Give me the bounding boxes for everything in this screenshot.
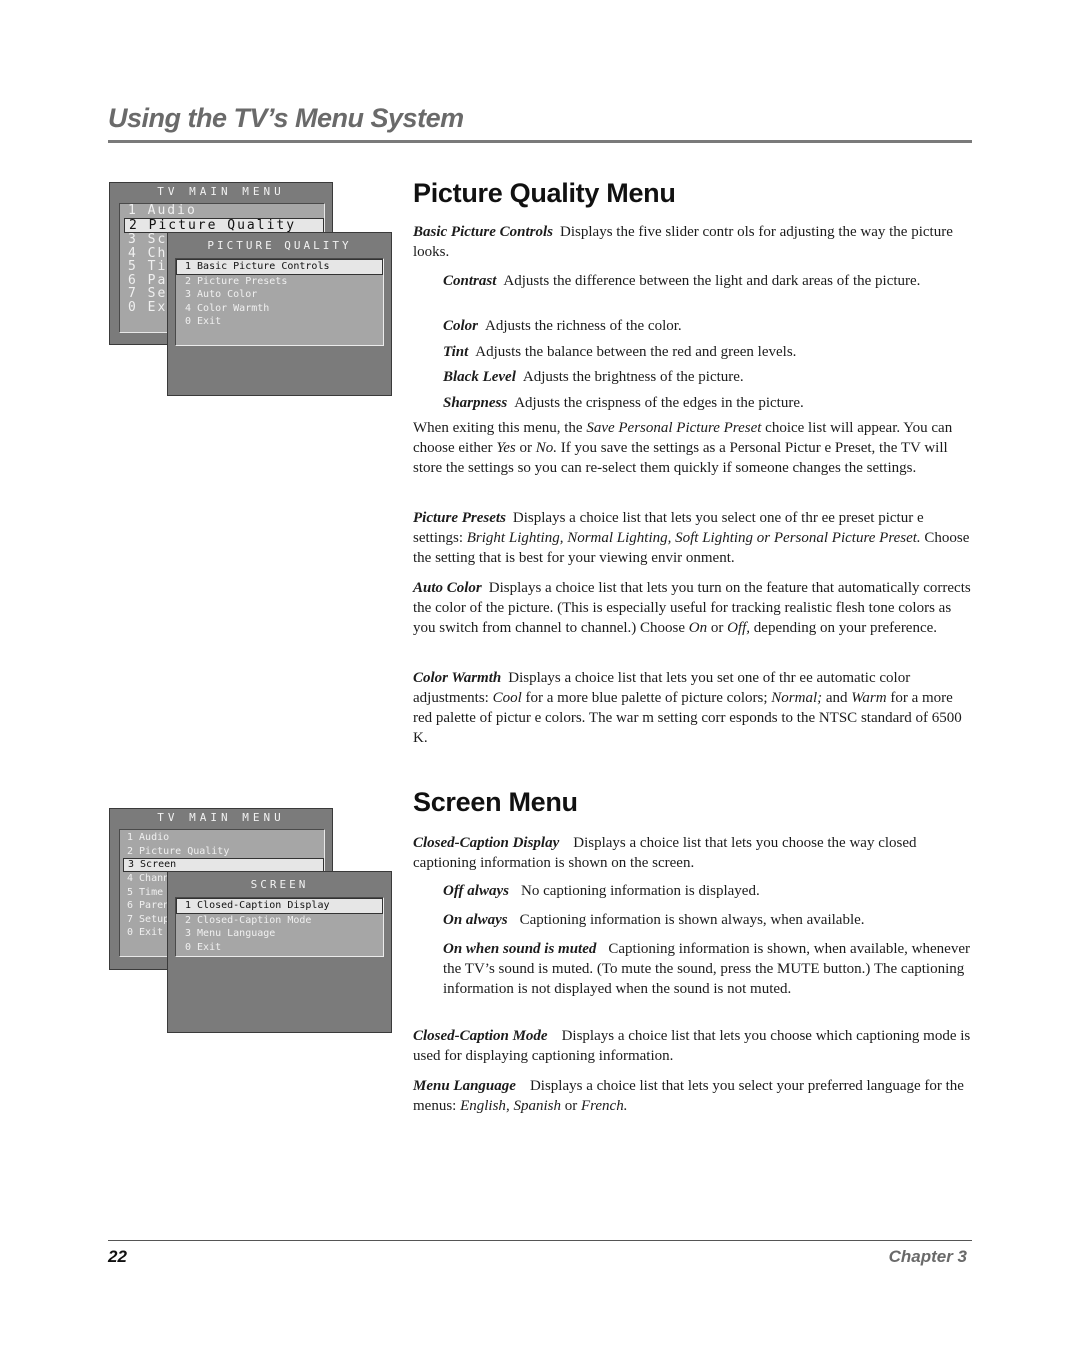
- color-warmth-paragraph: Color Warmth Displays a choice list that …: [413, 668, 973, 748]
- exiting-menu-paragraph: When exiting this menu, the Save Persona…: [413, 418, 973, 478]
- color-warmth-text-3: and: [822, 690, 852, 706]
- picture-quality-submenu-list: 1 Basic Picture Controls 2 Picture Prese…: [175, 258, 384, 346]
- tv-main-menu-title: TV MAIN MENU: [157, 185, 285, 198]
- on-when-muted-paragraph: On when sound is muted Captioning informa…: [443, 939, 973, 999]
- normal-option-label: Normal;: [771, 690, 823, 706]
- screen-submenu-list: 1 Closed-Caption Display 2 Closed-Captio…: [175, 897, 384, 957]
- color-warmth-text-2: for a more blue palette of picture color…: [521, 690, 772, 706]
- auto-color-paragraph: Auto Color Displays a choice list that le…: [413, 578, 973, 638]
- submenu-item-auto-color[interactable]: 3 Auto Color: [176, 288, 383, 302]
- term-on-when-sound-is-muted: On when sound is muted: [443, 941, 597, 957]
- submenu-item-picture-presets[interactable]: 2 Picture Presets: [176, 275, 383, 289]
- submenu-item-closed-caption-mode[interactable]: 2 Closed-Caption Mode: [176, 914, 383, 928]
- term-tint: Tint: [443, 344, 469, 360]
- submenu-item-exit-2[interactable]: 0 Exit: [176, 941, 383, 955]
- exiting-text-3: or: [515, 440, 536, 456]
- sharpness-paragraph: Sharpness Adjusts the crispness of the ed…: [443, 393, 973, 413]
- cool-option-label: Cool: [492, 690, 522, 706]
- term-auto-color: Auto Color: [413, 580, 482, 596]
- term-sharpness: Sharpness: [443, 395, 508, 411]
- screen-menu-heading: Screen Menu: [413, 787, 578, 817]
- term-closed-caption-display: Closed-Caption Display: [413, 835, 560, 851]
- screen-submenu-panel: SCREEN 1 Closed-Caption Display 2 Closed…: [167, 871, 392, 1033]
- term-off-always: Off always: [443, 883, 509, 899]
- off-always-paragraph: Off always No captioning information is d…: [443, 881, 973, 901]
- picture-quality-heading: Picture Quality Menu: [413, 178, 676, 208]
- picture-quality-submenu-panel: PICTURE QUALITY 1 Basic Picture Controls…: [167, 232, 392, 396]
- tv-main-menu-title-2: TV MAIN MENU: [157, 811, 285, 824]
- tv-main-menu-item-audio[interactable]: 1 Audio: [128, 204, 324, 218]
- color-paragraph: Color Adjusts the richness of the color.: [443, 316, 973, 336]
- submenu-item-menu-language[interactable]: 3 Menu Language: [176, 927, 383, 941]
- save-personal-picture-preset-label: Save Personal Picture Preset: [586, 420, 762, 436]
- term-closed-caption-mode: Closed-Caption Mode: [413, 1028, 548, 1044]
- on-always-paragraph: On always Captioning information is shown…: [443, 910, 973, 930]
- exiting-text-1: When exiting this menu, the: [413, 420, 587, 436]
- picture-presets-paragraph: Picture Presets Displays a choice list th…: [413, 508, 973, 568]
- running-header-title: Using the TV’s Menu System: [108, 103, 464, 133]
- auto-color-text-2: or: [707, 620, 728, 636]
- page-number: 22: [108, 1247, 127, 1266]
- term-color: Color: [443, 318, 479, 334]
- color-text: Adjusts the richness of the color.: [485, 318, 682, 334]
- footer-rule: [108, 1240, 972, 1241]
- header-rule: [108, 140, 972, 143]
- on-always-text: Captioning information is shown always, …: [519, 912, 865, 928]
- term-menu-language: Menu Language: [413, 1078, 516, 1094]
- tint-paragraph: Tint Adjusts the balance between the red …: [443, 342, 973, 362]
- term-on-always: On always: [443, 912, 508, 928]
- sharpness-text: Adjusts the crispness of the edges in th…: [514, 395, 804, 411]
- off-option-label: Off,: [727, 620, 751, 636]
- tv-main-menu-item-picture-quality-2[interactable]: 2 Picture Quality: [127, 845, 324, 859]
- french-option-label: French.: [580, 1098, 628, 1114]
- submenu-item-basic-picture-controls[interactable]: 1 Basic Picture Controls: [176, 259, 383, 275]
- warm-option-label: Warm: [851, 690, 887, 706]
- contrast-text: Adjusts the difference between the light…: [503, 273, 921, 289]
- submenu-item-closed-caption-display[interactable]: 1 Closed-Caption Display: [176, 898, 383, 914]
- tv-main-menu-item-picture-quality[interactable]: 2 Picture Quality: [124, 217, 324, 233]
- no-option-label: No.: [535, 440, 558, 456]
- auto-color-text-3: depending on your preference.: [750, 620, 938, 636]
- on-option-label: On: [688, 620, 708, 636]
- tint-text: Adjusts the balance between the red and …: [475, 344, 797, 360]
- term-picture-presets: Picture Presets: [413, 510, 506, 526]
- off-always-text: No captioning information is displayed.: [520, 883, 760, 899]
- screen-submenu-title: SCREEN: [250, 878, 309, 891]
- black-level-paragraph: Black Level Adjusts the brightness of the…: [443, 367, 973, 387]
- black-level-text: Adjusts the brightness of the picture.: [522, 369, 744, 385]
- term-black-level: Black Level: [443, 369, 516, 385]
- chapter-label: Chapter 3: [888, 1247, 967, 1266]
- picture-quality-submenu-title: PICTURE QUALITY: [207, 239, 352, 252]
- basic-picture-controls-paragraph: Basic Picture Controls Displays the five …: [413, 222, 973, 262]
- menu-language-text-3: or: [560, 1098, 581, 1114]
- preset-options-list: Bright Lighting, Normal Lighting, Soft L…: [466, 530, 921, 546]
- term-contrast: Contrast: [443, 273, 497, 289]
- term-basic-picture-controls: Basic Picture Controls: [413, 224, 554, 240]
- submenu-item-exit[interactable]: 0 Exit: [176, 315, 383, 329]
- yes-option-label: Yes: [496, 440, 516, 456]
- spanish-option-label: Spanish: [513, 1098, 561, 1114]
- tv-main-menu-item-audio-2[interactable]: 1 Audio: [127, 831, 324, 845]
- submenu-item-color-warmth[interactable]: 4 Color Warmth: [176, 302, 383, 316]
- term-color-warmth: Color Warmth: [413, 670, 502, 686]
- closed-caption-display-paragraph: Closed-Caption Display Displays a choice …: [413, 833, 973, 873]
- tv-main-menu-item-screen-2[interactable]: 3 Screen: [123, 858, 324, 872]
- closed-caption-mode-paragraph: Closed-Caption Mode Displays a choice lis…: [413, 1026, 973, 1066]
- english-option-label: English: [460, 1098, 506, 1114]
- contrast-paragraph: Contrast Adjusts the difference between t…: [443, 271, 973, 291]
- menu-language-paragraph: Menu Language Displays a choice list that…: [413, 1076, 973, 1116]
